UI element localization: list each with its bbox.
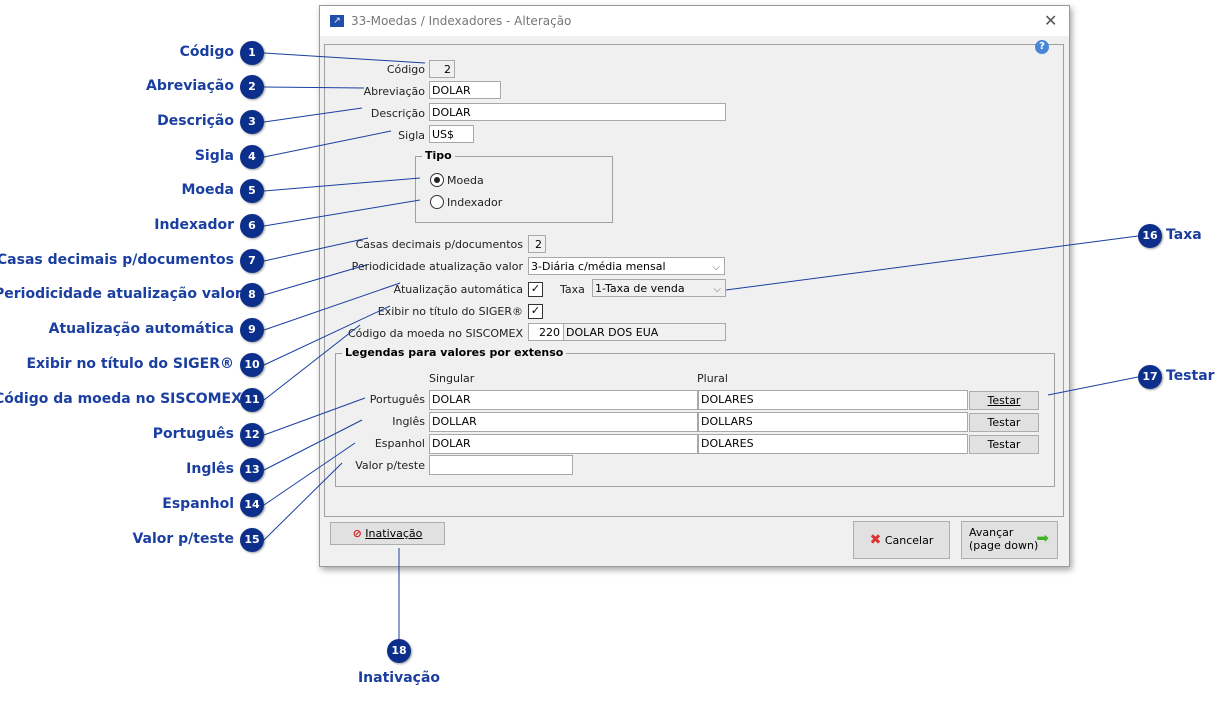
callout-label-1: Código xyxy=(179,44,234,60)
callout-number-9: 9 xyxy=(240,318,264,342)
callout-label-12: Português xyxy=(152,426,234,442)
callout-number-6: 6 xyxy=(240,214,264,238)
callout-number-16: 16 xyxy=(1138,224,1162,248)
callout-number-3: 3 xyxy=(240,110,264,134)
callout-number-12: 12 xyxy=(240,423,264,447)
callout-label-13: Inglês xyxy=(186,461,234,477)
callout-number-11: 11 xyxy=(240,388,264,412)
callout-number-18: 18 xyxy=(387,639,411,663)
callout-label-18: Inativação xyxy=(357,670,441,686)
callout-number-17: 17 xyxy=(1138,365,1162,389)
callout-label-16: Taxa xyxy=(1166,227,1202,243)
callout-number-4: 4 xyxy=(240,145,264,169)
callout-label-2: Abreviação xyxy=(146,78,234,94)
callout-lines xyxy=(263,52,1139,639)
callout-number-8: 8 xyxy=(240,283,264,307)
callout-label-10: Exibir no título do SIGER® xyxy=(26,356,234,372)
callout-number-5: 5 xyxy=(240,179,264,203)
callout-number-2: 2 xyxy=(240,75,264,99)
callout-label-8: Periodicidade atualização valor xyxy=(0,286,242,302)
callout-number-15: 15 xyxy=(240,528,264,552)
callout-number-13: 13 xyxy=(240,458,264,482)
callout-label-14: Espanhol xyxy=(162,496,234,512)
callout-label-11: Código da moeda no SISCOMEX xyxy=(0,391,242,407)
callout-number-7: 7 xyxy=(240,249,264,273)
callout-label-3: Descrição xyxy=(157,113,234,129)
callout-number-1: 1 xyxy=(240,41,264,65)
callout-number-10: 10 xyxy=(240,353,264,377)
callout-number-14: 14 xyxy=(240,493,264,517)
callout-label-4: Sigla xyxy=(194,148,234,164)
callout-label-15: Valor p/teste xyxy=(132,531,234,547)
callout-label-9: Atualização automática xyxy=(48,321,234,337)
callout-label-5: Moeda xyxy=(181,182,234,198)
callout-label-17: Testar xyxy=(1166,368,1215,384)
callout-label-7: Casas decimais p/documentos xyxy=(0,252,234,268)
callout-label-6: Indexador xyxy=(154,217,234,233)
